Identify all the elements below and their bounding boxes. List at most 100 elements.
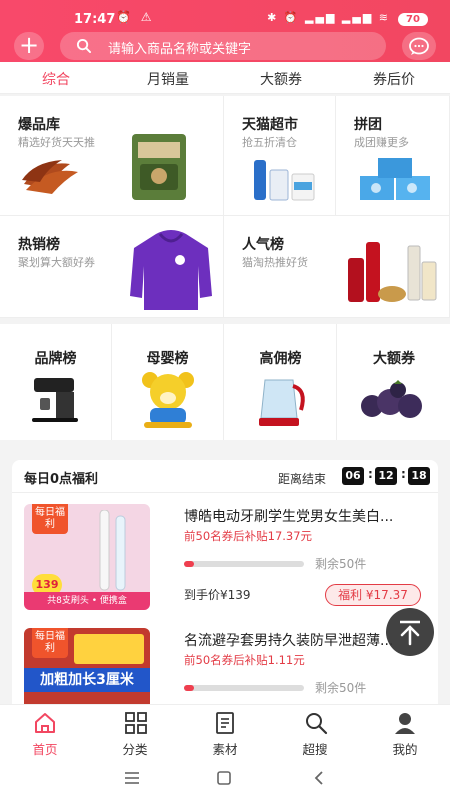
status-alarm-icon: ⏰ ⚠: [116, 10, 155, 24]
product-box-image: [74, 634, 144, 664]
product-card[interactable]: 每日福利 139 共8支刷头 • 便携盒 博皓电动牙刷学生党男女生美白... 前…: [12, 494, 438, 614]
home-square-icon[interactable]: [217, 771, 231, 785]
remaining-stock: 剩余50件: [315, 557, 367, 571]
tab-super-search[interactable]: 超搜: [270, 705, 360, 759]
category-hot-products[interactable]: 爆品库 精选好货天天推: [0, 96, 224, 216]
daily-welfare-badge: 每日福利: [32, 628, 68, 658]
tab-big-coupon[interactable]: 大额券: [225, 69, 337, 89]
ranking-row: 品牌榜 母婴榜 高佣榜 大额券: [0, 324, 450, 440]
sort-tabs: 综合 月销量 大额券 券后价: [0, 62, 450, 94]
home-icon: [35, 713, 55, 733]
countdown-colon: :: [368, 467, 373, 481]
ranking-big-coupon[interactable]: 大额券: [338, 324, 450, 440]
toothbrush-image: [99, 510, 126, 591]
signal-wifi-icon: ✱ ⏰ ▂▄▆ ▂▄▆ ≋: [267, 11, 390, 24]
tab-after-coupon-price[interactable]: 券后价: [338, 69, 450, 89]
banana-image: [22, 160, 78, 194]
category-tmall-supermarket[interactable]: 天猫超市 抢五折清仓: [224, 96, 336, 216]
category-title: 热销榜: [18, 237, 60, 253]
battery-indicator: 70: [398, 13, 428, 26]
ranking-title: 品牌榜: [34, 351, 77, 367]
back-to-top-button[interactable]: [386, 608, 434, 656]
countdown-seconds: 18: [408, 467, 430, 485]
category-hot-sales[interactable]: 热销榜 聚划算大额好券: [0, 216, 224, 318]
tab-mine[interactable]: 我的: [360, 705, 450, 759]
daily-welfare-badge: 每日福利: [32, 504, 68, 534]
final-price: 到手价¥139: [184, 588, 251, 602]
category-grid: 爆品库 精选好货天天推 天猫超市 抢五折清仓 拼团 成团赚更多 热销榜 聚划算大…: [0, 96, 450, 318]
category-group-buy[interactable]: 拼团 成团赚更多: [336, 96, 450, 216]
tab-home[interactable]: 首页: [0, 705, 90, 759]
message-button[interactable]: [402, 32, 436, 60]
status-time: 17:47: [74, 12, 116, 27]
tab-category[interactable]: 分类: [90, 705, 180, 759]
blueberries-image: [361, 380, 422, 418]
add-button[interactable]: +: [14, 32, 44, 60]
image-caption: 加粗加长3厘米: [24, 668, 150, 692]
category-popular[interactable]: 人气榜 猫淘热推好货: [224, 216, 450, 318]
grid-icon: [125, 712, 147, 734]
search-icon: [76, 38, 91, 53]
tab-label: 我的: [392, 742, 418, 757]
category-title: 人气榜: [242, 237, 284, 253]
category-subtitle: 成团赚更多: [354, 136, 409, 149]
product-subsidy: 前50名券后补贴1.11元: [184, 653, 305, 667]
search-bar[interactable]: 请输入商品名称或关键字: [60, 32, 386, 60]
back-icon[interactable]: [313, 770, 325, 786]
remaining-stock: 剩余50件: [315, 681, 367, 695]
groceries-image: [254, 160, 315, 201]
coffee-machine-image: [32, 378, 78, 422]
status-bar: 17:47 ⏰ ⚠ ✱ ⏰ ▂▄▆ ▂▄▆ ≋ 70: [0, 0, 450, 30]
ranking-title: 母婴榜: [146, 351, 189, 367]
category-title: 天猫超市: [242, 117, 298, 133]
tab-comprehensive[interactable]: 综合: [0, 69, 112, 89]
image-caption: 共8支刷头 • 便携盒: [24, 592, 150, 610]
chat-bubble-icon: [409, 37, 429, 55]
countdown-colon: :: [401, 467, 406, 481]
purple-hoodie-image: [130, 230, 212, 310]
product-image: 每日福利 139 共8支刷头 • 便携盒: [24, 504, 150, 610]
menu-icon[interactable]: [124, 772, 140, 784]
system-nav-bar: [0, 758, 450, 800]
divider: [12, 492, 438, 493]
product-name: 博皓电动牙刷学生党男女生美白...: [184, 509, 394, 525]
tab-label: 首页: [32, 742, 58, 757]
app-header: 17:47 ⏰ ⚠ ✱ ⏰ ▂▄▆ ▂▄▆ ≋ 70 + 请输入商品名称或关键字: [0, 0, 450, 62]
category-title: 爆品库: [18, 117, 60, 133]
product-subsidy: 前50名券后补贴17.37元: [184, 529, 313, 543]
user-icon: [395, 713, 415, 734]
ranking-title: 高佣榜: [259, 351, 302, 367]
category-subtitle: 抢五折清仓: [242, 136, 297, 149]
tab-monthly-sales[interactable]: 月销量: [112, 69, 224, 89]
ranking-baby[interactable]: 母婴榜: [112, 324, 224, 440]
pet-food-bag-image: [132, 134, 186, 200]
ranking-brand[interactable]: 品牌榜: [0, 324, 112, 440]
welfare-claim-button[interactable]: 福利 ¥17.37: [325, 584, 421, 606]
daily-welfare-panel: 每日0点福利 距离结束 06 : 12 : 18 每日福利 139 共8支刷头 …: [12, 460, 438, 705]
welfare-title: 每日0点福利: [24, 472, 99, 487]
countdown-minutes: 12: [375, 467, 397, 485]
tab-label: 分类: [122, 742, 148, 757]
countdown-hours: 06: [342, 467, 364, 485]
category-title: 拼团: [354, 117, 382, 133]
notes-icon: [216, 712, 234, 734]
category-subtitle: 猫淘热推好货: [242, 256, 308, 269]
ranking-title: 大额券: [373, 351, 415, 367]
search-icon: [306, 713, 328, 735]
search-placeholder: 请输入商品名称或关键字: [108, 42, 252, 57]
product-card[interactable]: 每日福利 加粗加长3厘米 名流避孕套男持久装防早泄超薄... 前50名券后补贴1…: [12, 618, 438, 705]
category-subtitle: 聚划算大额好券: [18, 256, 95, 269]
product-image: 每日福利 加粗加长3厘米: [24, 628, 150, 705]
arrow-up-icon: [400, 620, 420, 646]
bear-toy-image: [142, 372, 194, 428]
electric-kettle-image: [259, 379, 305, 426]
tab-materials[interactable]: 素材: [180, 705, 270, 759]
bottom-tab-bar: 首页 分类 素材 超搜 我的: [0, 704, 450, 758]
tab-label: 超搜: [302, 742, 328, 757]
stock-progress-bar: [184, 561, 304, 567]
tab-label: 素材: [212, 742, 238, 757]
tissue-boxes-image: [360, 158, 430, 200]
ranking-high-commission[interactable]: 高佣榜: [225, 324, 337, 440]
countdown-label: 距离结束: [278, 472, 327, 486]
cosmetics-image: [348, 242, 437, 302]
